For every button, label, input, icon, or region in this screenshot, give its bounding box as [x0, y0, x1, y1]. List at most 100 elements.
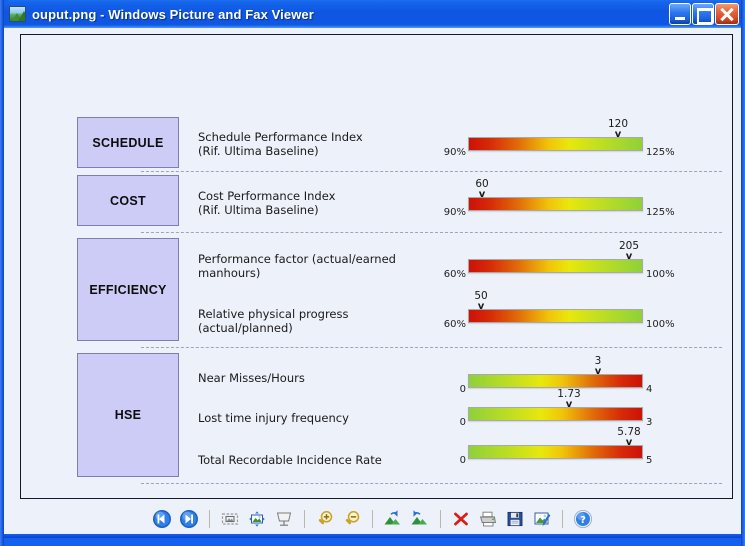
edit-image-icon — [532, 509, 552, 529]
next-icon — [179, 509, 199, 529]
metric-label-line1: Near Misses/Hours — [198, 371, 428, 385]
metric-label-performance-factor: Performance factor (actual/earned manhou… — [198, 252, 428, 280]
rotate-counterclockwise-button[interactable] — [408, 507, 432, 531]
metric-label-line1: Total Recordable Incidence Rate — [198, 453, 448, 467]
gauge-max-label: 5 — [646, 455, 652, 466]
gauge-near-misses-hours: 3 v 0 4 — [452, 360, 660, 392]
category-box-efficiency: EFFICIENCY — [77, 238, 179, 341]
svg-text:?: ? — [580, 515, 586, 526]
section-divider — [141, 483, 722, 484]
category-label: EFFICIENCY — [89, 283, 166, 297]
help-button[interactable]: ? — [571, 507, 595, 531]
rotate-ccw-icon — [409, 509, 431, 529]
viewer-toolbar: ? — [4, 500, 741, 538]
metric-label-lost-time-injury-frequency: Lost time injury frequency — [198, 411, 428, 425]
gauge-bar — [468, 197, 643, 211]
category-label: HSE — [115, 408, 142, 422]
metric-label-relative-physical-progress: Relative physical progress (actual/plann… — [198, 307, 428, 335]
gauge-bar — [468, 407, 643, 421]
actual-size-icon — [247, 509, 267, 529]
category-label: COST — [110, 194, 146, 208]
gauge-max-label: 125% — [646, 147, 675, 158]
toolbar-separator — [562, 510, 563, 528]
slideshow-icon — [274, 509, 294, 529]
client-area: SCHEDULE COST EFFICIENCY HSE Schedule Pe… — [4, 28, 741, 538]
category-box-cost: COST — [77, 175, 179, 226]
gauge-bar — [468, 259, 643, 273]
gauge-max-label: 3 — [646, 417, 652, 428]
metric-label-line2: (Rif. Ultima Baseline) — [198, 203, 428, 217]
toolbar-separator — [304, 510, 305, 528]
metric-label-line2: (Rif. Ultima Baseline) — [198, 144, 428, 158]
actual-size-button[interactable] — [245, 507, 269, 531]
gauge-marker: 1.73 v — [557, 389, 580, 409]
gauge-bar — [468, 309, 643, 323]
section-divider — [141, 171, 722, 172]
gauge-max-label: 125% — [646, 207, 675, 218]
rotate-cw-icon — [382, 509, 404, 529]
gauge-marker: 120 v — [608, 119, 628, 139]
metric-label-line1: Cost Performance Index — [198, 189, 428, 203]
maximize-button[interactable] — [692, 3, 714, 25]
title-bar[interactable]: ouput.png - Windows Picture and Fax View… — [4, 0, 741, 28]
picture-viewer-window: ouput.png - Windows Picture and Fax View… — [0, 0, 745, 546]
metric-label-cost-performance-index: Cost Performance Index (Rif. Ultima Base… — [198, 189, 428, 217]
gauge-cost-performance-index: 60 v 90% 125% — [452, 183, 660, 215]
delete-button[interactable] — [449, 507, 473, 531]
gauge-total-recordable-incidence-rate: 5.78 v 0 5 — [452, 431, 660, 463]
gauge-bar — [468, 137, 643, 151]
metric-label-line1: Performance factor (actual/earned — [198, 252, 428, 266]
minimize-button[interactable] — [669, 3, 691, 25]
toolbar-separator — [372, 510, 373, 528]
gauge-min-label: 0 — [460, 455, 466, 466]
toolbar-separator — [209, 510, 210, 528]
print-button[interactable] — [476, 507, 500, 531]
gauge-lost-time-injury-frequency: 1.73 v 0 3 — [452, 393, 660, 425]
gauge-marker: 50 v — [474, 291, 487, 311]
metric-label-schedule-performance-index: Schedule Performance Index (Rif. Ultima … — [198, 130, 428, 158]
slideshow-button[interactable] — [272, 507, 296, 531]
next-image-button[interactable] — [177, 507, 201, 531]
metric-label-total-recordable-incidence-rate: Total Recordable Incidence Rate — [198, 453, 448, 467]
rotate-clockwise-button[interactable] — [381, 507, 405, 531]
gauge-marker: 5.78 v — [617, 427, 640, 447]
metric-label-line1: Schedule Performance Index — [198, 130, 428, 144]
section-divider — [141, 232, 722, 233]
previous-icon — [152, 509, 172, 529]
category-box-hse: HSE — [77, 353, 179, 477]
image-display-panel[interactable]: SCHEDULE COST EFFICIENCY HSE Schedule Pe… — [20, 34, 733, 499]
picture-file-icon — [9, 6, 26, 22]
best-fit-icon — [220, 509, 240, 529]
zoom-out-icon — [342, 509, 362, 529]
zoom-in-icon — [315, 509, 335, 529]
toolbar-separator — [440, 510, 441, 528]
save-as-button[interactable] — [503, 507, 527, 531]
delete-icon — [451, 509, 471, 529]
gauge-bar — [468, 445, 643, 459]
close-button[interactable] — [715, 3, 739, 25]
gauge-marker: 60 v — [475, 179, 488, 199]
save-icon — [505, 509, 525, 529]
category-box-schedule: SCHEDULE — [77, 117, 179, 168]
gauge-max-label: 100% — [646, 269, 675, 280]
previous-image-button[interactable] — [150, 507, 174, 531]
gauge-min-label: 90% — [444, 207, 466, 218]
metric-label-line1: Relative physical progress — [198, 307, 428, 321]
gauge-min-label: 0 — [460, 417, 466, 428]
gauge-min-label: 60% — [444, 319, 466, 330]
category-label: SCHEDULE — [92, 136, 163, 150]
help-icon: ? — [573, 509, 593, 529]
gauge-bar — [468, 374, 643, 388]
gauge-min-label: 60% — [444, 269, 466, 280]
gauge-schedule-performance-index: 120 v 90% 125% — [452, 123, 660, 155]
gauge-marker: 3 v — [595, 356, 602, 376]
edit-image-button[interactable] — [530, 507, 554, 531]
gauge-performance-factor: 205 v 60% 100% — [452, 245, 660, 277]
print-icon — [478, 509, 498, 529]
best-fit-button[interactable] — [218, 507, 242, 531]
scorecard-image: SCHEDULE COST EFFICIENCY HSE Schedule Pe… — [21, 35, 732, 498]
window-title: ouput.png - Windows Picture and Fax View… — [32, 7, 668, 22]
gauge-marker: 205 v — [619, 241, 639, 261]
zoom-out-button[interactable] — [340, 507, 364, 531]
zoom-in-button[interactable] — [313, 507, 337, 531]
